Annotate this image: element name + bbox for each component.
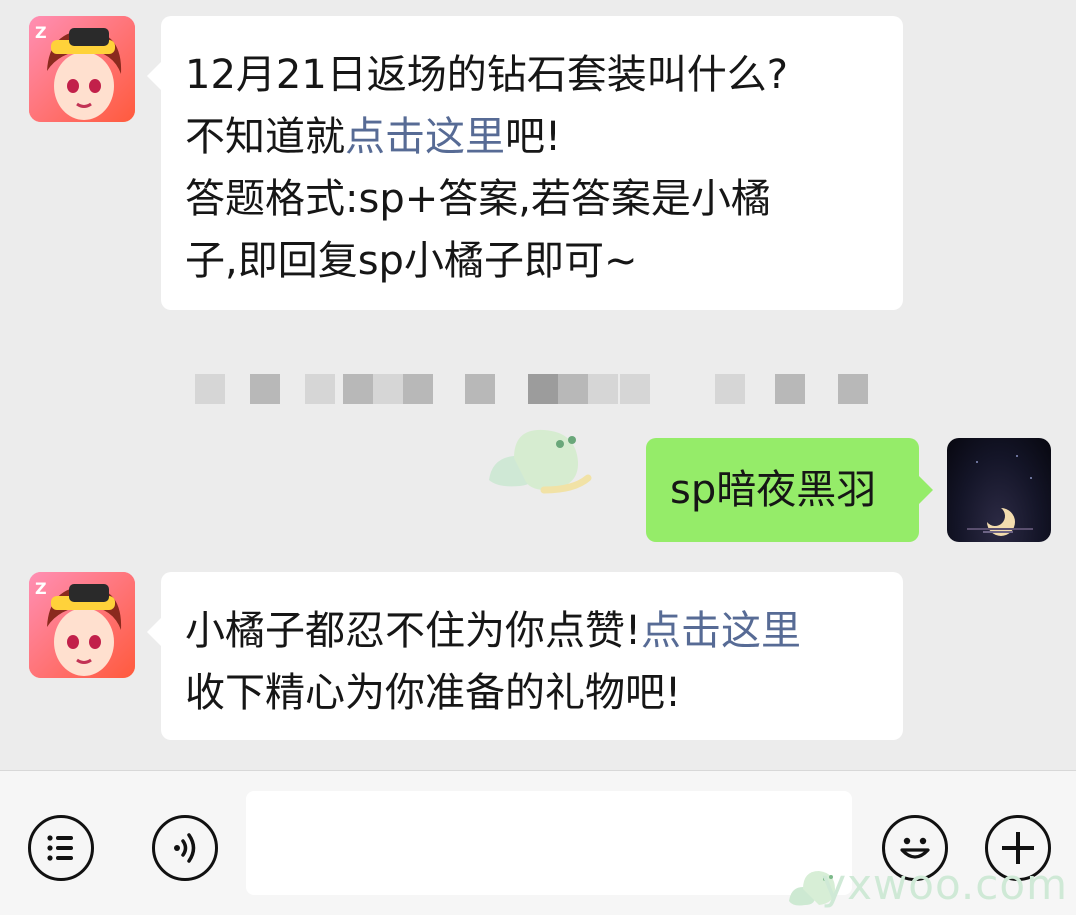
menu-list-icon bbox=[47, 835, 73, 861]
click-here-link[interactable]: 点击这里 bbox=[345, 114, 505, 160]
answer-text: sp暗夜黑羽 bbox=[670, 467, 877, 513]
message-line: 子,即回复sp小橘子即可~ bbox=[185, 238, 638, 284]
message-bubble-answer: sp暗夜黑羽 bbox=[646, 438, 933, 542]
message-bubble-question: 12月21日返场的钻石套装叫什么? 不知道就点击这里吧! 答题格式:sp+答案,… bbox=[147, 16, 903, 310]
message-line: 小橘子都忍不住为你点赞!点击这里 bbox=[185, 600, 879, 662]
chat-area: Z 12月21日返场的钻石套装叫什么? 不知道就点击这里吧! 答题格式:sp+答… bbox=[0, 0, 1076, 770]
voice-icon bbox=[174, 833, 196, 863]
message-line: 不知道就点击这里吧! bbox=[185, 106, 879, 168]
voice-button[interactable] bbox=[152, 815, 218, 881]
message-line: 收下精心为你准备的礼物吧! bbox=[185, 670, 682, 716]
game-character-icon: Z bbox=[29, 16, 135, 122]
message-text: 吧! bbox=[505, 114, 562, 160]
official-account-avatar[interactable]: Z bbox=[29, 16, 135, 122]
message-text: 小橘子都忍不住为你点赞! bbox=[185, 608, 642, 654]
menu-button[interactable] bbox=[28, 815, 94, 881]
my-avatar[interactable] bbox=[947, 438, 1051, 542]
snail-watermark-icon bbox=[489, 429, 592, 494]
svg-text:Z: Z bbox=[35, 23, 47, 42]
svg-text:Z: Z bbox=[35, 579, 47, 598]
message-bubble-reward: 小橘子都忍不住为你点赞!点击这里 收下精心为你准备的礼物吧! bbox=[147, 572, 903, 740]
message-input[interactable] bbox=[246, 791, 852, 895]
message-line: 12月21日返场的钻石套装叫什么? bbox=[185, 52, 789, 98]
moon-night-icon bbox=[967, 455, 1033, 536]
blurred-system-notice bbox=[195, 350, 885, 406]
message-line: 答题格式:sp+答案,若答案是小橘 bbox=[185, 176, 771, 222]
official-account-avatar[interactable]: Z bbox=[29, 572, 135, 678]
click-here-link[interactable]: 点击这里 bbox=[641, 608, 801, 654]
message-text: 不知道就 bbox=[185, 114, 345, 160]
site-watermark: yxwoo.com bbox=[821, 860, 1068, 909]
game-character-icon: Z bbox=[29, 572, 135, 678]
